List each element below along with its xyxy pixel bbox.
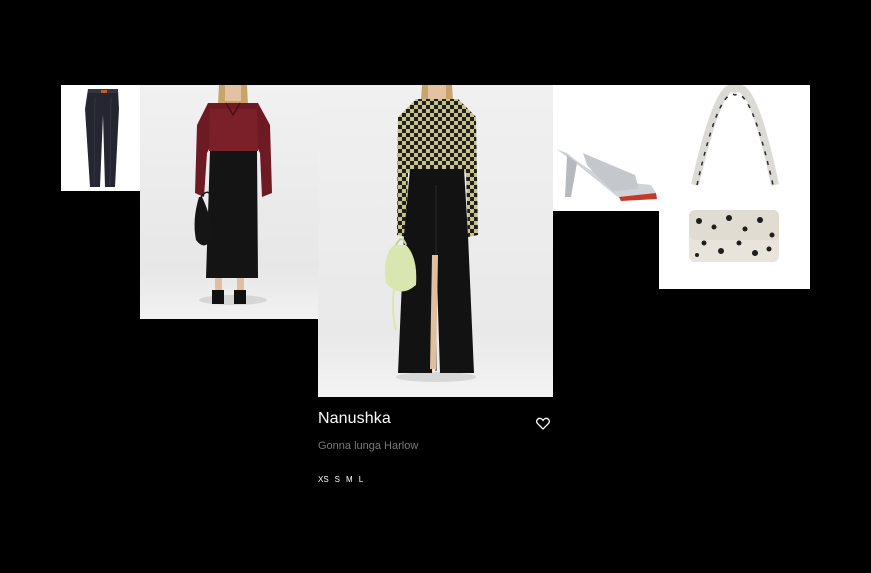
leather-jacket-look-image: [194, 85, 272, 305]
product-card-leopard-bag[interactable]: [659, 85, 810, 289]
brand-name[interactable]: Nanushka: [318, 410, 391, 428]
size-option-l[interactable]: L: [359, 475, 363, 484]
product-card-jeans[interactable]: [61, 85, 140, 191]
product-card-leather-jacket-look[interactable]: [140, 85, 318, 319]
featured-product-image: [385, 85, 478, 382]
size-list: XS S M L: [318, 475, 363, 484]
mule-sandal-image: [556, 149, 657, 201]
featured-product-card[interactable]: [318, 85, 553, 397]
leopard-bag-image: [689, 85, 779, 262]
size-option-xs[interactable]: XS: [318, 475, 329, 484]
size-option-s[interactable]: S: [335, 475, 340, 484]
heart-outline-icon[interactable]: [536, 417, 550, 430]
product-card-mule-sandal[interactable]: [553, 85, 659, 211]
product-name[interactable]: Gonna lunga Harlow: [318, 440, 418, 452]
size-option-m[interactable]: M: [346, 475, 353, 484]
jeans-image: [85, 89, 119, 187]
